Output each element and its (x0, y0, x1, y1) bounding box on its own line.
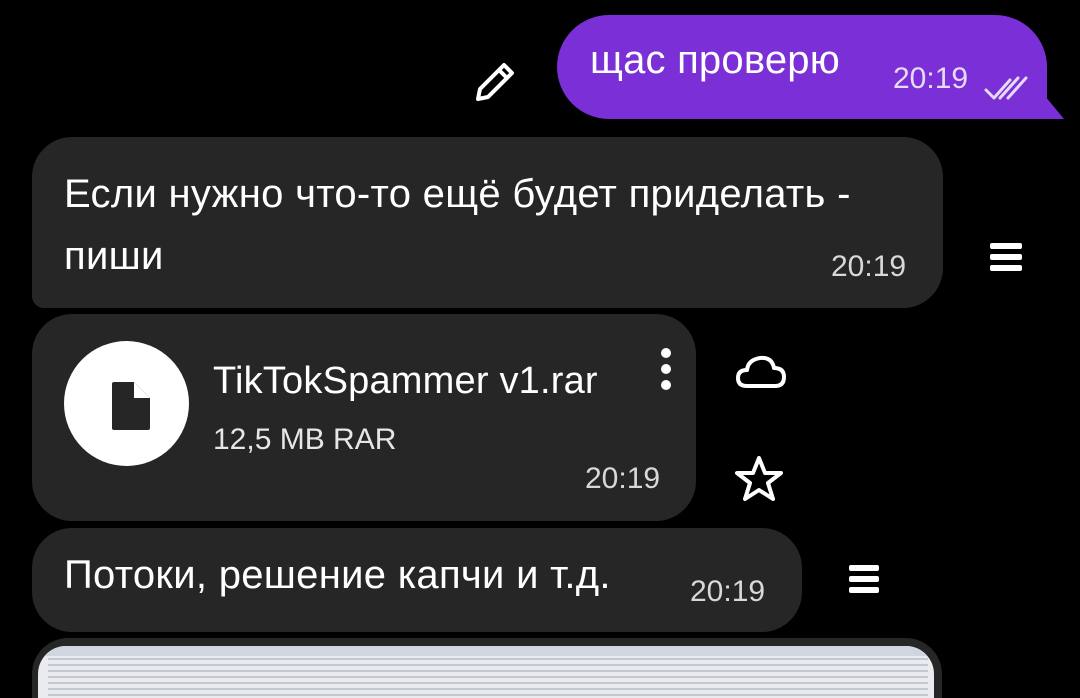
cloud-icon[interactable] (735, 352, 787, 392)
image-toolbar-strip (38, 646, 934, 656)
edit-icon[interactable] (470, 57, 520, 107)
double-check-icon (984, 74, 1032, 104)
image-text-lines (48, 658, 928, 698)
incoming-message-text: Потоки, решение капчи и т.д. (64, 553, 611, 597)
outgoing-bubble-tail (1040, 90, 1064, 119)
file-message-time: 20:19 (585, 462, 661, 495)
outgoing-message-time: 20:19 (893, 62, 969, 95)
file-size-type: 12,5 MB RAR (213, 423, 397, 456)
file-icon (106, 380, 154, 432)
incoming-message-time: 20:19 (831, 250, 907, 283)
file-name: TikTokSpammer v1.rar (213, 360, 598, 402)
star-icon[interactable] (734, 454, 784, 504)
more-vertical-icon[interactable] (655, 347, 677, 395)
image-thumbnail[interactable] (38, 646, 934, 698)
incoming-message-time: 20:19 (690, 575, 766, 608)
menu-icon[interactable] (988, 241, 1024, 273)
image-message-bubble[interactable] (32, 638, 942, 698)
outgoing-message-text: щас проверю (590, 38, 840, 82)
incoming-message-text: Если нужно что-то ещё будет приделать - … (64, 172, 851, 278)
menu-icon[interactable] (847, 563, 881, 595)
